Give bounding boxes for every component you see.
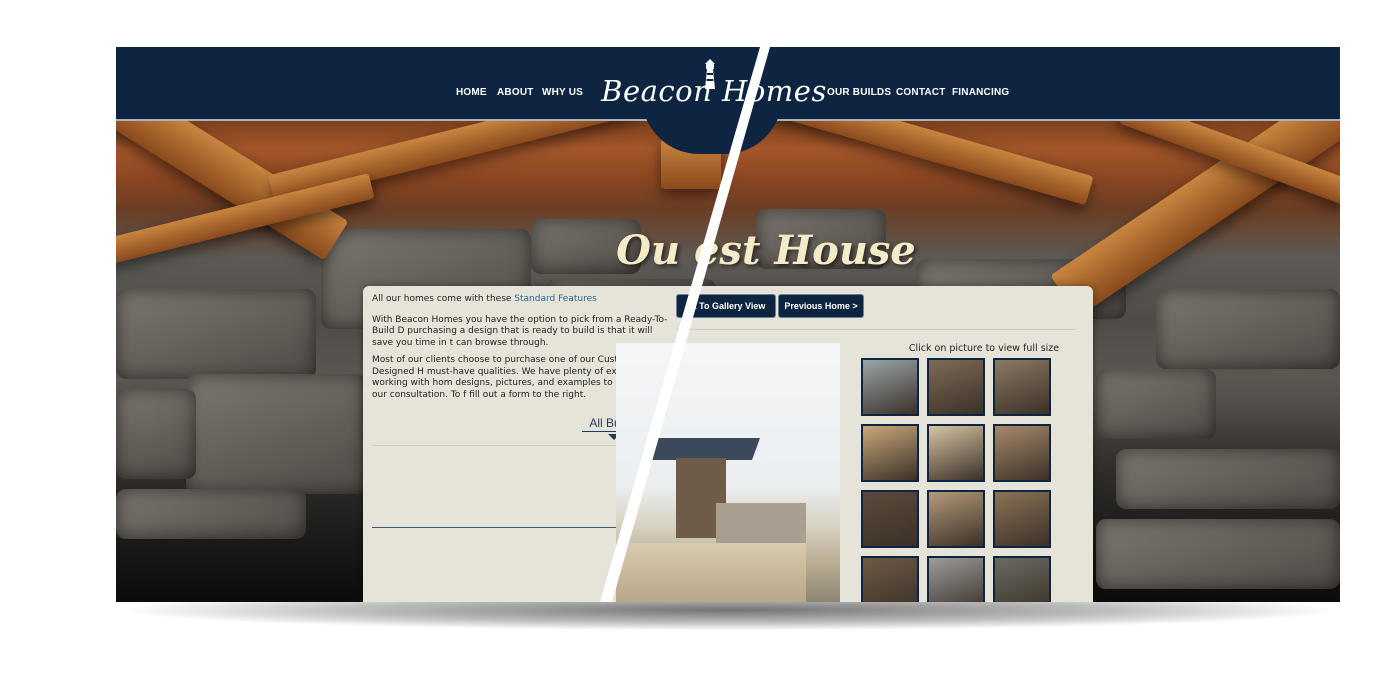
thumb-interior-room-1[interactable] <box>993 424 1051 482</box>
standard-features-link[interactable]: Standard Features <box>514 294 597 304</box>
photo-roof <box>641 438 761 460</box>
stone <box>116 289 316 379</box>
stone <box>1116 449 1340 509</box>
stone <box>1096 369 1216 439</box>
stone <box>186 374 366 494</box>
previous-home-button[interactable]: Previous Home > <box>778 294 864 318</box>
intro-prefix: All our homes come with these <box>372 294 515 304</box>
thumb-interior-doors[interactable] <box>993 490 1051 548</box>
main-house-photo[interactable] <box>616 343 840 602</box>
thumb-interior-beams[interactable] <box>861 490 919 548</box>
gallery-caption: Click on picture to view full size <box>908 343 1060 354</box>
divider <box>676 329 1076 330</box>
website-mockup: HOME ABOUT WHY US OUR BUILDS CONTACT FIN… <box>116 47 1340 602</box>
thumb-exterior-1[interactable] <box>861 358 919 416</box>
photo-stone-wall <box>616 543 806 602</box>
thumb-exterior-3[interactable] <box>993 358 1051 416</box>
stone <box>116 389 196 479</box>
nav-financing[interactable]: FINANCING <box>952 87 1009 98</box>
thumb-interior-window-2[interactable] <box>927 424 985 482</box>
nav-contact[interactable]: CONTACT <box>896 87 946 98</box>
nav-our-builds[interactable]: OUR BUILDS <box>827 87 891 98</box>
stone <box>1096 519 1340 589</box>
back-to-gallery-button[interactable]: ck To Gallery View <box>676 294 776 318</box>
thumb-exterior-stone[interactable] <box>927 556 985 602</box>
nav-home[interactable]: HOME <box>456 87 487 98</box>
thumb-interior-room-3[interactable] <box>861 556 919 602</box>
divider <box>372 527 632 528</box>
nav-why-us[interactable]: WHY US <box>542 87 583 98</box>
stone <box>1156 289 1340 369</box>
page-title: Ou est House <box>616 227 916 274</box>
lighthouse-icon <box>705 59 715 89</box>
thumb-exterior-porch[interactable] <box>993 556 1051 602</box>
thumb-exterior-2[interactable] <box>927 358 985 416</box>
thumb-interior-room-2[interactable] <box>927 490 985 548</box>
stone <box>116 489 306 539</box>
nav-about[interactable]: ABOUT <box>497 87 534 98</box>
thumb-interior-window-1[interactable] <box>861 424 919 482</box>
